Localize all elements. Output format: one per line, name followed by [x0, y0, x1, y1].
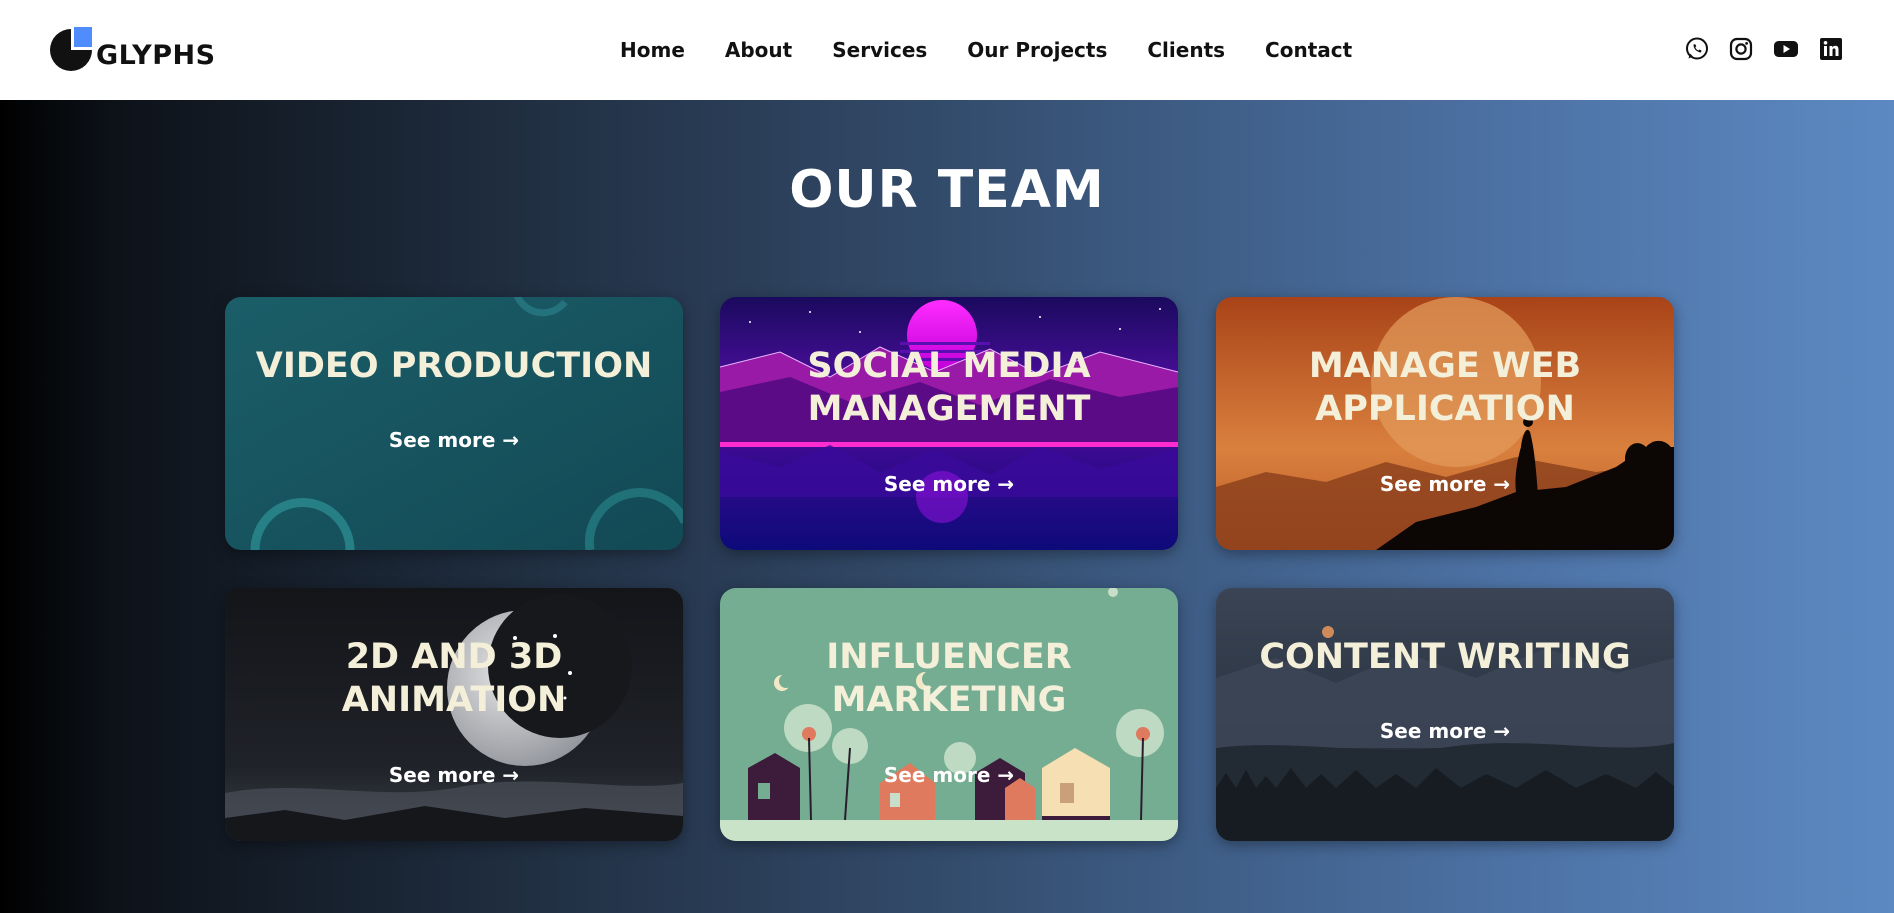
brand-logo[interactable]: GLYPHS — [48, 27, 216, 73]
see-more-link[interactable]: See more → — [720, 472, 1178, 496]
main-nav: Home About Services Our Projects Clients… — [620, 38, 1392, 62]
linkedin-icon[interactable] — [1818, 36, 1844, 62]
section-title: OUR TEAM — [789, 160, 1105, 220]
card-title: MANAGE WEB APPLICATION — [1308, 346, 1582, 429]
card-content-writing[interactable]: CONTENT WRITING See more → — [1216, 588, 1674, 841]
see-more-link[interactable]: See more → — [225, 428, 683, 452]
card-background-misty-forest — [1216, 588, 1674, 841]
card-influencer-marketing[interactable]: INFLUENCER MARKETING See more → — [720, 588, 1178, 841]
logo-mark-icon — [50, 27, 92, 71]
whatsapp-icon[interactable] — [1684, 36, 1710, 62]
card-title: 2D AND 3D ANIMATION — [341, 637, 567, 720]
nav-contact[interactable]: Contact — [1265, 38, 1352, 62]
see-more-link[interactable]: See more → — [1216, 719, 1674, 743]
team-section: OUR TEAM VIDEO PRODUCTION See more → SOC… — [0, 100, 1894, 913]
site-header: GLYPHS Home About Services Our Projects … — [0, 0, 1894, 100]
brand-name: GLYPHS — [96, 39, 216, 71]
card-background-teal — [225, 297, 683, 550]
see-more-link[interactable]: See more → — [720, 763, 1178, 787]
card-2d-3d-animation[interactable]: 2D AND 3D ANIMATION See more → — [225, 588, 683, 841]
card-video-production[interactable]: VIDEO PRODUCTION See more → — [225, 297, 683, 550]
card-manage-web-application[interactable]: MANAGE WEB APPLICATION See more → — [1216, 297, 1674, 550]
nav-services[interactable]: Services — [832, 38, 927, 62]
youtube-icon[interactable] — [1772, 36, 1800, 62]
nav-clients[interactable]: Clients — [1147, 38, 1225, 62]
card-title: CONTENT WRITING — [1259, 637, 1631, 677]
social-links — [1684, 36, 1844, 62]
see-more-link[interactable]: See more → — [225, 763, 683, 787]
card-social-media-management[interactable]: SOCIAL MEDIA MANAGEMENT See more → — [720, 297, 1178, 550]
nav-our-projects[interactable]: Our Projects — [967, 38, 1107, 62]
card-title: SOCIAL MEDIA MANAGEMENT — [807, 346, 1091, 429]
instagram-icon[interactable] — [1728, 36, 1754, 62]
nav-about[interactable]: About — [725, 38, 792, 62]
see-more-link[interactable]: See more → — [1216, 472, 1674, 496]
card-title: VIDEO PRODUCTION — [255, 346, 653, 386]
nav-home[interactable]: Home — [620, 38, 685, 62]
card-title: INFLUENCER MARKETING — [826, 637, 1072, 720]
